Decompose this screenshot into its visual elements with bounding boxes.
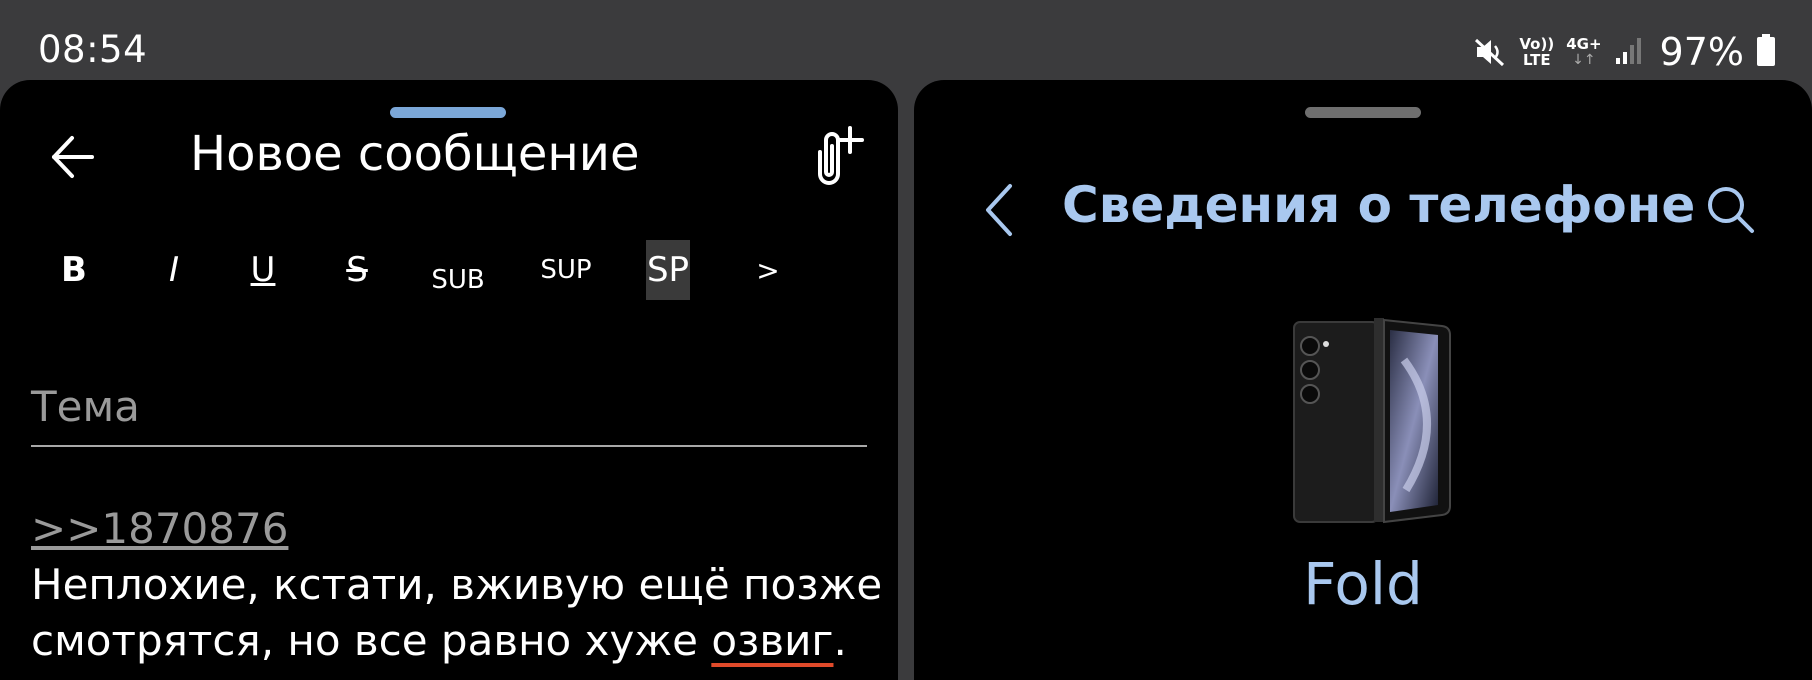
status-icons: Vo)) LTE 4G+ ↓↑ 97% (1473, 30, 1776, 74)
volte-icon: Vo)) LTE (1519, 36, 1554, 68)
status-time: 08:54 (38, 28, 148, 71)
network-type-label: 4G+ (1566, 35, 1602, 53)
page-title: Сведения о телефоне (1062, 176, 1696, 234)
message-body-line[interactable]: Неплохие, кстати, вживую ещё позже (31, 560, 882, 609)
status-bar: 08:54 Vo)) LTE 4G+ ↓↑ 97% (0, 0, 1812, 80)
italic-button[interactable]: I (160, 240, 188, 300)
volte-bottom-label: LTE (1523, 51, 1551, 69)
battery-icon (1756, 33, 1776, 71)
device-image (1274, 300, 1464, 532)
signal-icon (1614, 34, 1644, 70)
panel-drag-handle[interactable] (390, 107, 506, 118)
more-format-button[interactable]: > (756, 240, 780, 300)
misspelled-word[interactable]: озвиг (711, 616, 833, 665)
back-arrow-icon[interactable] (48, 128, 98, 186)
subject-underline (31, 445, 867, 447)
underline-button[interactable]: U (248, 240, 278, 300)
page-title: Новое сообщение (190, 126, 640, 182)
panel-drag-handle[interactable] (1305, 107, 1421, 118)
search-icon[interactable] (1704, 183, 1756, 235)
strikethrough-button[interactable]: S (342, 240, 372, 300)
superscript-button[interactable]: SUP (536, 240, 596, 314)
message-body-text: . (833, 616, 847, 665)
message-body-line[interactable]: смотрятся, но все равно хуже озвиг. (31, 616, 847, 665)
back-chevron-icon[interactable] (980, 180, 1020, 240)
compose-panel: Новое сообщение B I U S SUB SUP SP > Тем… (0, 80, 898, 680)
phone-info-panel: Сведения о телефоне Fold (914, 80, 1812, 680)
volte-top-label: Vo)) (1519, 35, 1555, 53)
format-toolbar: B I U S SUB SUP SP > (0, 240, 898, 320)
mute-icon (1473, 35, 1507, 69)
attach-file-icon[interactable] (800, 122, 870, 192)
network-icon: 4G+ ↓↑ (1566, 36, 1601, 68)
reply-link[interactable]: >>1870876 (31, 504, 288, 553)
network-activity-label: ↓↑ (1572, 52, 1596, 68)
spoiler-button[interactable]: SP (646, 240, 690, 300)
subject-input[interactable]: Тема (31, 382, 867, 431)
device-model-name: Fold (1303, 550, 1423, 618)
battery-percent: 97% (1659, 30, 1744, 74)
bold-button[interactable]: B (58, 240, 90, 300)
message-body-text: смотрятся, но все равно хуже (31, 616, 712, 665)
subscript-button[interactable]: SUB (428, 240, 488, 310)
